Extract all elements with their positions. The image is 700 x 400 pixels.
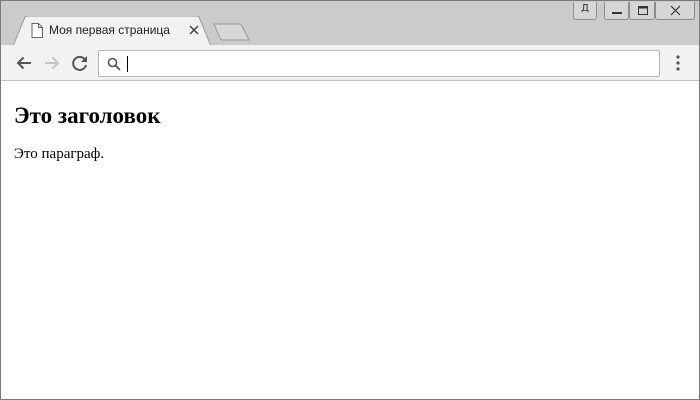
- document-icon: [31, 23, 43, 38]
- address-input[interactable]: [125, 54, 645, 73]
- profile-label: Д: [581, 3, 589, 14]
- search-icon: [107, 57, 121, 71]
- reload-icon[interactable]: [70, 53, 90, 73]
- tab-active[interactable]: Моя первая страница: [13, 16, 211, 46]
- arrow-left-icon[interactable]: [14, 53, 34, 73]
- maximize-button[interactable]: [629, 2, 655, 20]
- tab-title: Моя первая страница: [49, 23, 170, 37]
- page-content: Это заголовок Это параграф.: [3, 82, 697, 398]
- minimize-icon: [612, 12, 622, 14]
- close-window-button[interactable]: [655, 2, 695, 20]
- profile-button[interactable]: Д: [573, 2, 597, 20]
- kebab-menu-icon[interactable]: [671, 53, 685, 73]
- new-tab-icon[interactable]: [213, 23, 251, 41]
- page-paragraph: Это параграф.: [14, 146, 105, 162]
- title-bar: Моя первая страница Д: [1, 1, 699, 46]
- browser-window: Моя первая страница Д Это заголовок Это …: [0, 0, 700, 400]
- close-icon[interactable]: [187, 23, 201, 37]
- minimize-button[interactable]: [604, 2, 629, 20]
- maximize-icon: [638, 6, 648, 15]
- close-icon: [670, 5, 681, 16]
- text-caret: [127, 56, 128, 72]
- arrow-right-icon[interactable]: [42, 53, 62, 73]
- page-heading: Это заголовок: [14, 103, 161, 128]
- address-bar[interactable]: [98, 50, 660, 77]
- browser-toolbar: [1, 45, 699, 81]
